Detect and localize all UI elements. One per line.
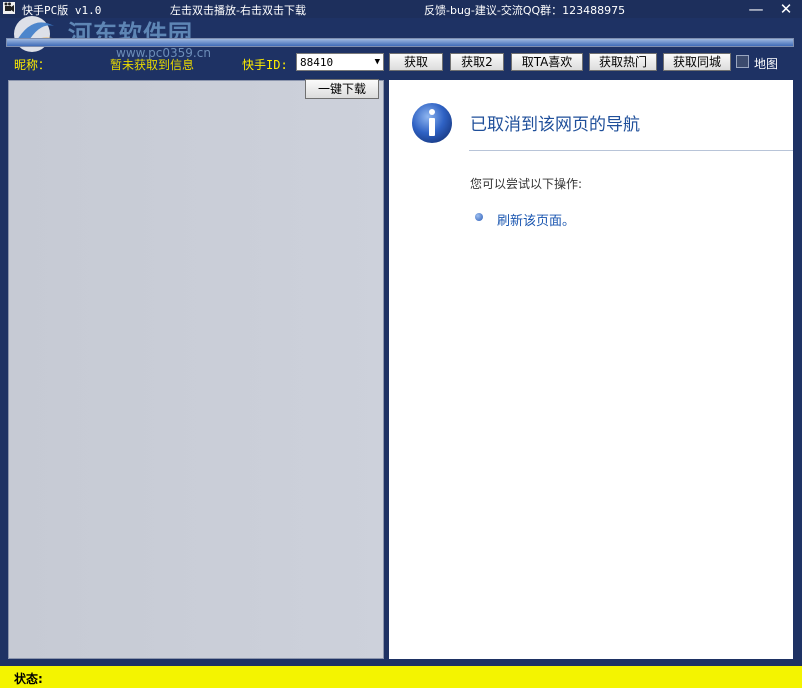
dropdown-arrow-icon[interactable]: ▼: [375, 57, 380, 67]
navigation-canceled-heading: 已取消到该网页的导航: [470, 115, 640, 135]
video-list-panel[interactable]: [8, 80, 384, 659]
user-id-combobox[interactable]: 88410 ▼: [296, 53, 384, 71]
app-icon: [3, 2, 15, 14]
nickname-value: 暂未获取到信息: [110, 58, 195, 72]
browser-panel: 已取消到该网页的导航 您可以尝试以下操作: 刷新该页面。: [389, 80, 793, 659]
nickname-label: 昵称：: [14, 58, 51, 72]
status-label: 状态:: [14, 672, 43, 686]
user-id-label: 快手ID:: [242, 58, 288, 72]
feedback-text: 反馈-bug-建议-交流QQ群：123488975: [424, 4, 626, 17]
fetch-local-button[interactable]: 获取同城: [663, 53, 731, 71]
app-title: 快手PC版 v1.0: [22, 4, 102, 17]
progress-fill: [7, 39, 793, 46]
divider: [469, 150, 793, 151]
refresh-page-link[interactable]: 刷新该页面。: [497, 210, 575, 229]
fetch-hot-button[interactable]: 获取热门: [589, 53, 657, 71]
map-label: 地图: [754, 57, 779, 71]
download-all-button[interactable]: 一键下载: [305, 79, 379, 99]
map-checkbox[interactable]: [736, 55, 749, 68]
user-id-value: 88410: [300, 56, 334, 69]
bullet-icon: [475, 213, 483, 221]
fetch-liked-button[interactable]: 取TA喜欢: [511, 53, 583, 71]
fetch-button[interactable]: 获取: [389, 53, 443, 71]
minimize-icon[interactable]: —: [748, 2, 764, 18]
close-icon[interactable]: ✕: [778, 2, 794, 18]
usage-hint: 左击双击播放-右击双击下载: [170, 4, 306, 17]
status-bar: 状态:: [0, 666, 802, 688]
toolbar: 昵称： 暂未获取到信息 快手ID: 88410 ▼ 获取 获取2 取TA喜欢 获…: [0, 50, 802, 76]
title-bar: 快手PC版 v1.0 左击双击播放-右击双击下载 反馈-bug-建议-交流QQ群…: [0, 0, 802, 18]
fetch2-button[interactable]: 获取2: [450, 53, 504, 71]
progress-bar: [6, 38, 794, 47]
try-text: 您可以尝试以下操作:: [470, 177, 583, 191]
info-icon: [410, 101, 454, 145]
